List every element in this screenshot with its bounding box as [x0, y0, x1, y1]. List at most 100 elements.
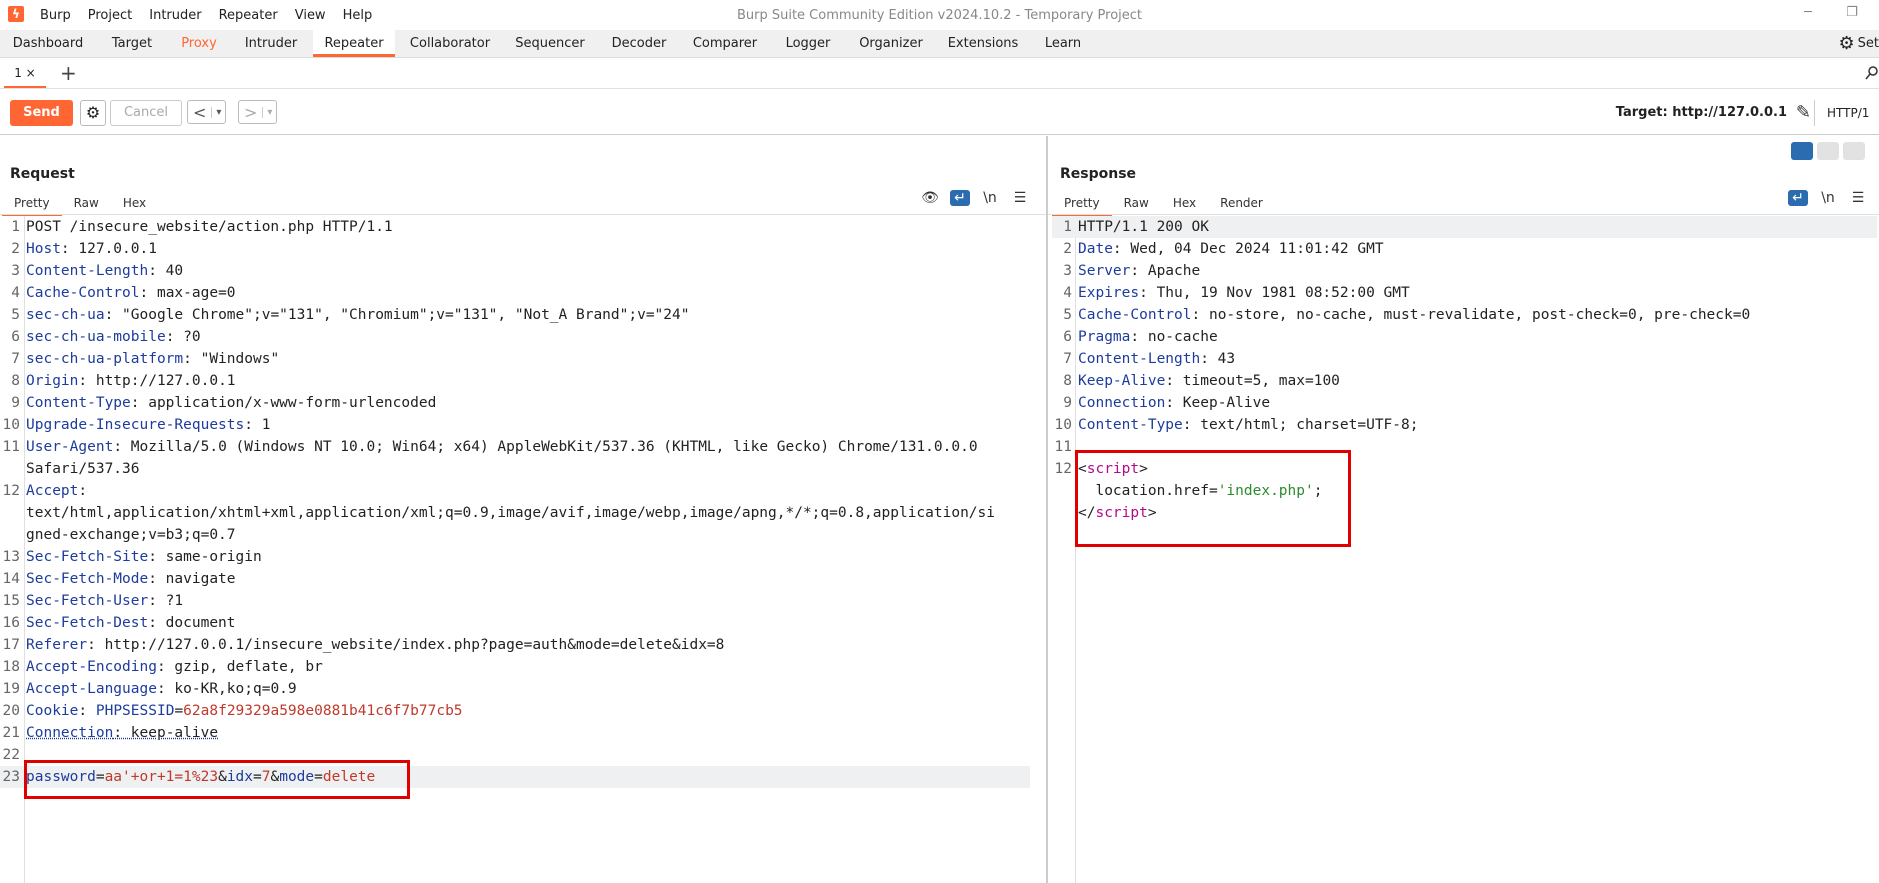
request-title: Request — [10, 166, 75, 182]
menu-project[interactable]: Project — [86, 0, 141, 30]
request-editor[interactable]: 1 POST /insecure_website/action.php HTTP/… — [0, 216, 1040, 788]
header-value: HTTP/1.1 200 OK — [1078, 219, 1209, 235]
cookie-name: PHPSESSID — [95, 703, 175, 719]
header-name: Accept — [26, 483, 79, 499]
send-button[interactable]: Send — [10, 100, 73, 126]
newline-icon[interactable]: \n — [980, 190, 1000, 206]
line-number: 16 — [2, 615, 20, 631]
menu-intruder[interactable]: Intruder — [147, 0, 210, 30]
edit-target-icon[interactable]: ✎ — [1796, 102, 1811, 123]
line-number: 22 — [2, 747, 20, 763]
tab-extensions[interactable]: Extensions — [944, 30, 1022, 57]
tab-proxy[interactable]: Proxy — [172, 30, 226, 57]
menu-burp[interactable]: Burp — [38, 0, 80, 30]
restore-icon[interactable]: ❐ — [1844, 5, 1860, 21]
repeater-tab-1[interactable]: 1 × — [4, 60, 46, 88]
code-line: 6 sec-ch-ua-mobile: ?0 — [0, 326, 1040, 348]
pane-divider[interactable] — [1046, 136, 1048, 883]
request-tab-hex[interactable]: Hex — [111, 192, 158, 216]
line-number — [0, 524, 26, 546]
title-bar: ϟ Burp Suite Community Edition v2024.10.… — [0, 0, 1879, 30]
word-wrap-icon[interactable]: ↵ — [1788, 190, 1808, 206]
response-tab-hex[interactable]: Hex — [1161, 192, 1208, 216]
back-button[interactable]: < ▾ — [187, 100, 227, 124]
header-value: text/html,application/xhtml+xml,applicat… — [26, 505, 996, 521]
hide-nonprintable-icon[interactable]: 👁 — [920, 190, 940, 206]
line-number: 23 — [2, 769, 20, 785]
tab-intruder[interactable]: Intruder — [236, 30, 306, 57]
response-tab-pretty[interactable]: Pretty — [1052, 192, 1112, 216]
line-text: Connection: Keep-Alive — [1078, 392, 1270, 414]
cookie-value: 62a8f29329a598e0881b41c6f7b77cb5 — [183, 703, 463, 719]
tab-target[interactable]: Target — [100, 30, 164, 57]
chevron-down-icon[interactable]: ▾ — [262, 106, 276, 118]
menu-icon[interactable]: ☰ — [1848, 190, 1868, 206]
layout-stacked-icon[interactable] — [1817, 142, 1839, 160]
code-line: Safari/537.36 — [0, 458, 1040, 480]
highlight-box-request-body — [24, 760, 410, 799]
search-icon[interactable] — [1865, 66, 1879, 80]
code-line: 12 Accept: — [0, 480, 1040, 502]
line-text: Accept: — [26, 480, 87, 502]
header-name: Pragma — [1078, 329, 1131, 345]
repeater-subtabs: 1 × + — [0, 58, 1879, 89]
header-value: : Keep-Alive — [1165, 395, 1271, 411]
line-text: Content-Length: 40 — [26, 260, 183, 282]
layout-tabs-icon[interactable] — [1843, 142, 1865, 160]
tab-learn[interactable]: Learn — [1038, 30, 1088, 57]
request-tab-pretty[interactable]: Pretty — [2, 192, 62, 216]
header-name: Sec-Fetch-Dest — [26, 615, 149, 631]
http-version[interactable]: HTTP/1 — [1814, 100, 1879, 126]
line-number: 18 — [2, 659, 20, 675]
line-text: gned-exchange;v=b3;q=0.7 — [26, 524, 236, 546]
line-number: 21 — [2, 725, 20, 741]
header-value: : text/html; charset=UTF-8; — [1182, 417, 1419, 433]
tab-comparer[interactable]: Comparer — [688, 30, 762, 57]
menu-help[interactable]: Help — [341, 0, 382, 30]
line-text: Referer: http://127.0.0.1/insecure_websi… — [26, 634, 724, 656]
repeater-toolbar: Send ⚙ Cancel < ▾ > ▾ Target: http://127… — [0, 92, 1879, 135]
menu-view[interactable]: View — [293, 0, 335, 30]
code-line: 7 Content-Length: 43 — [1052, 348, 1877, 370]
code-line: 11 User-Agent: Mozilla/5.0 (Windows NT 10… — [0, 436, 1040, 458]
tab-collaborator[interactable]: Collaborator — [404, 30, 496, 57]
request-tab-raw[interactable]: Raw — [62, 192, 111, 216]
tab-decoder[interactable]: Decoder — [604, 30, 674, 57]
settings-button[interactable]: ⚙ Set — [1839, 30, 1879, 57]
tab-repeater[interactable]: Repeater — [313, 30, 395, 57]
response-tab-render[interactable]: Render — [1208, 192, 1275, 216]
header-name: Expires — [1078, 285, 1140, 301]
header-name: Content-Type — [1078, 417, 1183, 433]
line-number: 8 — [11, 373, 20, 389]
line-text: Date: Wed, 04 Dec 2024 11:01:42 GMT — [1078, 238, 1384, 260]
menu-repeater[interactable]: Repeater — [217, 0, 287, 30]
menu-bar: Burp Project Intruder Repeater View Help — [38, 0, 387, 30]
tab-organizer[interactable]: Organizer — [854, 30, 928, 57]
tab-logger[interactable]: Logger — [778, 30, 838, 57]
tab-sequencer[interactable]: Sequencer — [512, 30, 588, 57]
menu-icon[interactable]: ☰ — [1010, 190, 1030, 206]
line-number: 4 — [11, 285, 20, 301]
forward-button[interactable]: > ▾ — [238, 100, 278, 124]
header-name: Content-Length — [1078, 351, 1201, 367]
chevron-down-icon[interactable]: ▾ — [211, 106, 225, 118]
layout-side-by-side-icon[interactable] — [1791, 142, 1813, 160]
newline-icon[interactable]: \n — [1818, 190, 1838, 206]
code-line: 19 Accept-Language: ko-KR,ko;q=0.9 — [0, 678, 1040, 700]
word-wrap-icon[interactable]: ↵ — [950, 190, 970, 206]
line-text: POST /insecure_website/action.php HTTP/1… — [26, 216, 393, 238]
code-line: 1 POST /insecure_website/action.php HTTP/… — [0, 216, 1040, 238]
minimize-icon[interactable]: ─ — [1800, 5, 1816, 21]
header-name: Cache-Control — [1078, 307, 1192, 323]
add-tab-icon[interactable]: + — [60, 60, 77, 86]
response-tab-raw[interactable]: Raw — [1112, 192, 1161, 216]
header-value: : navigate — [148, 571, 236, 587]
header-name: Accept-Language — [26, 681, 157, 697]
header-value: : Mozilla/5.0 (Windows NT 10.0; Win64; x… — [113, 439, 978, 455]
send-options-gear-icon[interactable]: ⚙ — [80, 100, 106, 126]
main-tab-bar: Dashboard Target Proxy Intruder Repeater… — [0, 30, 1879, 58]
header-value: : Thu, 19 Nov 1981 08:52:00 GMT — [1139, 285, 1410, 301]
header-value: : no-store, no-cache, must-revalidate, p… — [1191, 307, 1751, 323]
tab-dashboard[interactable]: Dashboard — [6, 30, 90, 57]
cancel-button[interactable]: Cancel — [110, 100, 182, 126]
